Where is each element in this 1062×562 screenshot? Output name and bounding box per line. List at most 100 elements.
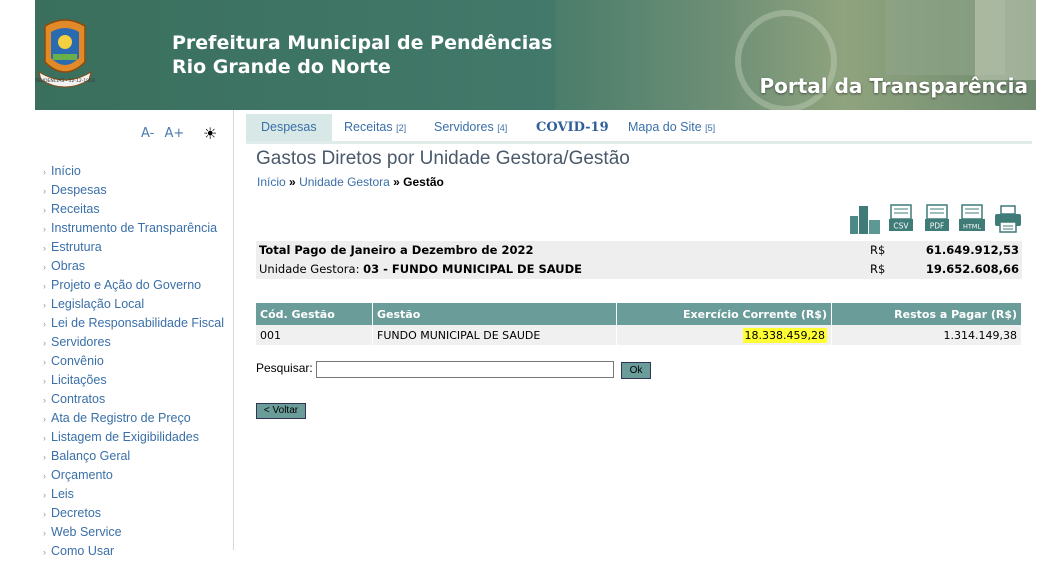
pdf-export-icon[interactable]: PDF <box>924 204 950 234</box>
svg-text:PDF: PDF <box>930 222 945 231</box>
sidebar-item-convenio[interactable]: › Convênio <box>43 352 224 371</box>
svg-text:CSV: CSV <box>893 222 909 231</box>
font-decrease-button[interactable]: A- <box>141 126 154 141</box>
sidebar: A- A+ ☀ › Início › Despesas › Receitas › Ins… <box>35 110 234 558</box>
table-row[interactable]: 001 FUNDO MUNICIPAL DE SAUDE 18.338.459,… <box>256 325 1022 345</box>
sidebar-item-projeto[interactable]: › Projeto e Ação do Governo <box>43 276 224 295</box>
sidebar-item-legislacao[interactable]: › Legislação Local <box>43 295 224 314</box>
svg-text:HTML: HTML <box>963 223 981 231</box>
breadcrumb-separator: » <box>393 175 400 189</box>
highlighted-value: 18.338.459,28 <box>742 327 827 343</box>
font-size-controls: A- A+ ☀ <box>141 124 217 143</box>
chevron-right-icon: › <box>43 205 46 215</box>
tab-despesas[interactable]: Despesas <box>246 114 332 141</box>
chevron-right-icon: › <box>43 547 46 557</box>
chevron-right-icon: › <box>43 490 46 500</box>
font-increase-button[interactable]: A+ <box>164 126 184 141</box>
sidebar-item-instrumento[interactable]: › Instrumento de Transparência <box>43 219 224 238</box>
total-value: 61.649.912,53 <box>925 243 1019 257</box>
sidebar-item-balanco[interactable]: › Balanço Geral <box>43 447 224 466</box>
sidebar-item-como-usar[interactable]: › Como Usar <box>43 542 224 561</box>
cell-codigo: 001 <box>256 325 373 345</box>
chevron-right-icon: › <box>43 300 46 310</box>
sidebar-item-leis[interactable]: › Leis <box>43 485 224 504</box>
chart-icon[interactable] <box>848 204 882 234</box>
unidade-name: 03 - FUNDO MUNICIPAL DE SAUDE <box>363 262 583 276</box>
tab-covid[interactable]: COVID-19 <box>536 114 609 141</box>
col-header-restos[interactable]: Restos a Pagar (R$) <box>831 303 1022 325</box>
sidebar-item-orcamento[interactable]: › Orçamento <box>43 466 224 485</box>
print-icon[interactable] <box>994 204 1022 234</box>
breadcrumb-current: Gestão <box>403 175 444 189</box>
sidebar-item-receitas[interactable]: › Receitas <box>43 200 224 219</box>
logo-motto: PENDENCIAS - 12-12-1953 <box>35 78 95 84</box>
sidebar-item-estrutura[interactable]: › Estrutura <box>43 238 224 257</box>
chevron-right-icon: › <box>43 509 46 519</box>
sidebar-item-obras[interactable]: › Obras <box>43 257 224 276</box>
chevron-right-icon: › <box>43 243 46 253</box>
sidebar-menu: › Início › Despesas › Receitas › Instrumento… <box>43 162 224 561</box>
contrast-icon[interactable]: ☀ <box>203 124 217 143</box>
sidebar-item-contratos[interactable]: › Contratos <box>43 390 224 409</box>
chevron-right-icon: › <box>43 319 46 329</box>
sidebar-item-decretos[interactable]: › Decretos <box>43 504 224 523</box>
sidebar-item-exigibilidades[interactable]: › Listagem de Exigibilidades <box>43 428 224 447</box>
site-header: Prefeitura Municipal de Pendências Rio G… <box>35 0 1036 110</box>
sidebar-item-webservice[interactable]: › Web Service <box>43 523 224 542</box>
col-header-gestao[interactable]: Gestão <box>372 303 617 325</box>
table-header-row: Cód. Gestão Gestão Exercício Corrente (R… <box>256 303 1022 325</box>
cell-gestao[interactable]: FUNDO MUNICIPAL DE SAUDE <box>372 325 617 345</box>
csv-export-icon[interactable]: CSV <box>888 204 914 234</box>
html-export-icon[interactable]: HTML <box>958 204 986 234</box>
nav-tabs: Despesas Receitas [2] Servidores [4] COV… <box>246 114 1032 144</box>
sidebar-item-lrf[interactable]: › Lei de Responsabilidade Fiscal <box>43 314 224 333</box>
unidade-value: 19.652.608,66 <box>925 262 1019 276</box>
breadcrumb-unidade[interactable]: Unidade Gestora <box>299 175 390 189</box>
unidade-label: Unidade Gestora: <box>259 262 360 276</box>
total-currency: R$ <box>870 243 886 257</box>
search-input[interactable] <box>316 361 614 378</box>
chevron-right-icon: › <box>43 167 46 177</box>
chevron-right-icon: › <box>43 471 46 481</box>
site-title-line2: Rio Grande do Norte <box>172 56 391 78</box>
cell-exercicio: 18.338.459,28 <box>616 325 832 345</box>
chevron-right-icon: › <box>43 528 46 538</box>
summary-total-row: Total Pago de Janeiro a Dezembro de 2022… <box>259 241 1019 260</box>
breadcrumb: Início » Unidade Gestora » Gestão <box>257 175 444 189</box>
portal-title: Portal da Transparência <box>759 74 1028 98</box>
chevron-right-icon: › <box>43 414 46 424</box>
chevron-right-icon: › <box>43 376 46 386</box>
sidebar-item-licitacoes[interactable]: › Licitações <box>43 371 224 390</box>
sidebar-item-servidores[interactable]: › Servidores <box>43 333 224 352</box>
coat-of-arms-logo[interactable]: PENDENCIAS - 12-12-1953 <box>35 12 95 96</box>
site-title: Prefeitura Municipal de Pendências Rio G… <box>172 31 552 79</box>
sidebar-item-ata[interactable]: › Ata de Registro de Preço <box>43 409 224 428</box>
sidebar-item-despesas[interactable]: › Despesas <box>43 181 224 200</box>
breadcrumb-separator: » <box>289 175 296 189</box>
cell-restos: 1.314.149,38 <box>831 325 1022 345</box>
chevron-right-icon: › <box>43 281 46 291</box>
search-ok-button[interactable]: Ok <box>621 362 651 379</box>
page-title: Gastos Diretos por Unidade Gestora/Gestã… <box>256 148 630 169</box>
gestao-table: Cód. Gestão Gestão Exercício Corrente (R… <box>256 303 1022 345</box>
total-label: Total Pago de Janeiro a Dezembro de 2022 <box>259 243 534 257</box>
tab-receitas[interactable]: Receitas [2] <box>344 114 406 141</box>
col-header-codigo[interactable]: Cód. Gestão <box>256 303 373 325</box>
header-photo-building-2 <box>975 0 1036 80</box>
chevron-right-icon: › <box>43 357 46 367</box>
unidade-currency: R$ <box>870 262 886 276</box>
site-title-line1: Prefeitura Municipal de Pendências <box>172 32 553 54</box>
tab-mapa-do-site[interactable]: Mapa do Site [5] <box>628 114 715 141</box>
col-header-exercicio[interactable]: Exercício Corrente (R$) <box>616 303 832 325</box>
tab-servidores[interactable]: Servidores [4] <box>434 114 507 141</box>
chevron-right-icon: › <box>43 224 46 234</box>
sidebar-item-inicio[interactable]: › Início <box>43 162 224 181</box>
chevron-right-icon: › <box>43 395 46 405</box>
breadcrumb-inicio[interactable]: Início <box>257 175 286 189</box>
search-label: Pesquisar: <box>256 361 313 375</box>
chevron-right-icon: › <box>43 186 46 196</box>
chevron-right-icon: › <box>43 338 46 348</box>
back-button[interactable]: < Voltar <box>256 403 306 419</box>
summary-unidade-row: Unidade Gestora: 03 - FUNDO MUNICIPAL DE… <box>259 260 1019 279</box>
chevron-right-icon: › <box>43 262 46 272</box>
